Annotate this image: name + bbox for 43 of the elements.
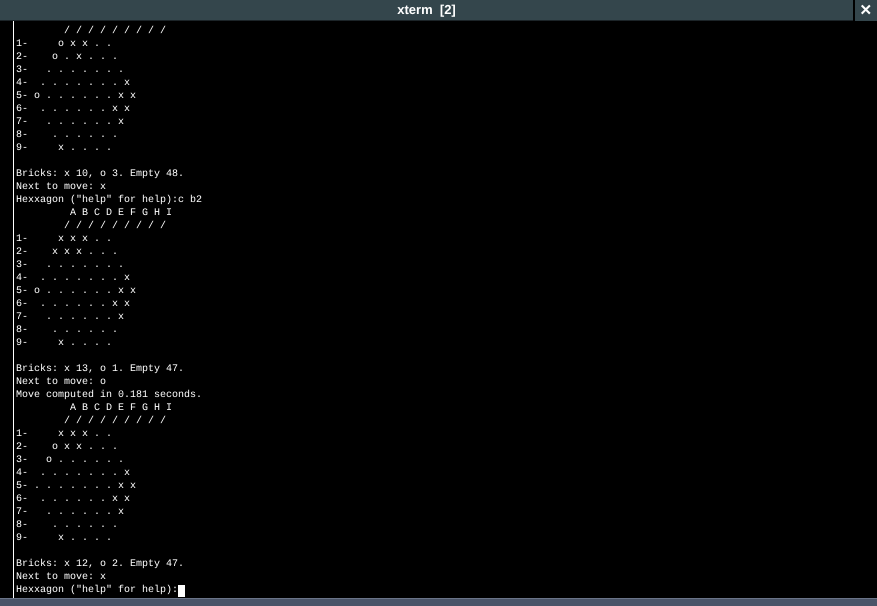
terminal-line: 6- . . . . . . x x bbox=[16, 103, 130, 116]
terminal-line: 4- . . . . . . . x bbox=[16, 272, 130, 285]
terminal-line: 9- x . . . . bbox=[16, 142, 112, 155]
terminal-line: 9- x . . . . bbox=[16, 532, 112, 545]
terminal-line: Bricks: x 10, o 3. Empty 48. bbox=[16, 168, 184, 181]
terminal-line: 7- . . . . . . x bbox=[16, 506, 124, 519]
window-title: xterm [2] bbox=[397, 1, 456, 20]
terminal-line: 6- . . . . . . x x bbox=[16, 298, 130, 311]
terminal-line: 7- . . . . . . x bbox=[16, 116, 124, 129]
terminal-line: Bricks: x 13, o 1. Empty 47. bbox=[16, 363, 184, 376]
close-button[interactable]: ✕ bbox=[855, 0, 877, 21]
terminal-line: 1- o x x . . bbox=[16, 38, 112, 51]
terminal-line: Next to move: x bbox=[16, 181, 106, 194]
terminal-line: 8- . . . . . . bbox=[16, 324, 118, 337]
terminal-line: 6- . . . . . . x x bbox=[16, 493, 130, 506]
terminal-line: Bricks: x 12, o 2. Empty 47. bbox=[16, 558, 184, 571]
terminal-line: 1- x x x . . bbox=[16, 428, 112, 441]
terminal-line: 8- . . . . . . bbox=[16, 519, 118, 532]
terminal-line: 4- . . . . . . . x bbox=[16, 467, 130, 480]
terminal-line: 1- x x x . . bbox=[16, 233, 112, 246]
terminal-line: 5- o . . . . . . x x bbox=[16, 90, 136, 103]
terminal-line: 8- . . . . . . bbox=[16, 129, 118, 142]
terminal-line: Hexxagon ("help" for help):c b2 bbox=[16, 194, 202, 207]
terminal-line: A B C D E F G H I bbox=[69, 207, 172, 220]
terminal-line: A B C D E F G H I bbox=[69, 402, 172, 415]
terminal-line: 5- o . . . . . . x x bbox=[16, 285, 136, 298]
terminal-line: Next to move: x bbox=[16, 571, 106, 584]
terminal-line: Hexxagon ("help" for help): bbox=[16, 584, 178, 597]
terminal-line: 7- . . . . . . x bbox=[16, 311, 124, 324]
terminal-line: 3- o . . . . . . bbox=[16, 454, 124, 467]
terminal-line: 4- . . . . . . . x bbox=[16, 77, 130, 90]
terminal-line: 2- o . x . . . bbox=[16, 51, 118, 64]
terminal-line: / / / / / / / / / bbox=[63, 220, 166, 233]
terminal-line: / / / / / / / / / bbox=[63, 25, 166, 38]
terminal-line: 9- x . . . . bbox=[16, 337, 112, 350]
terminal-line: 3- . . . . . . . bbox=[16, 64, 124, 77]
terminal-line: Next to move: o bbox=[16, 376, 106, 389]
terminal-line: 2- o x x . . . bbox=[16, 441, 118, 454]
terminal-line: / / / / / / / / / bbox=[63, 415, 166, 428]
terminal-line: Move computed in 0.181 seconds. bbox=[16, 389, 202, 402]
terminal-line: 2- x x x . . . bbox=[16, 246, 118, 259]
terminal-line: 3- . . . . . . . bbox=[16, 259, 124, 272]
terminal-line: 5- . . . . . . . x x bbox=[16, 480, 136, 493]
